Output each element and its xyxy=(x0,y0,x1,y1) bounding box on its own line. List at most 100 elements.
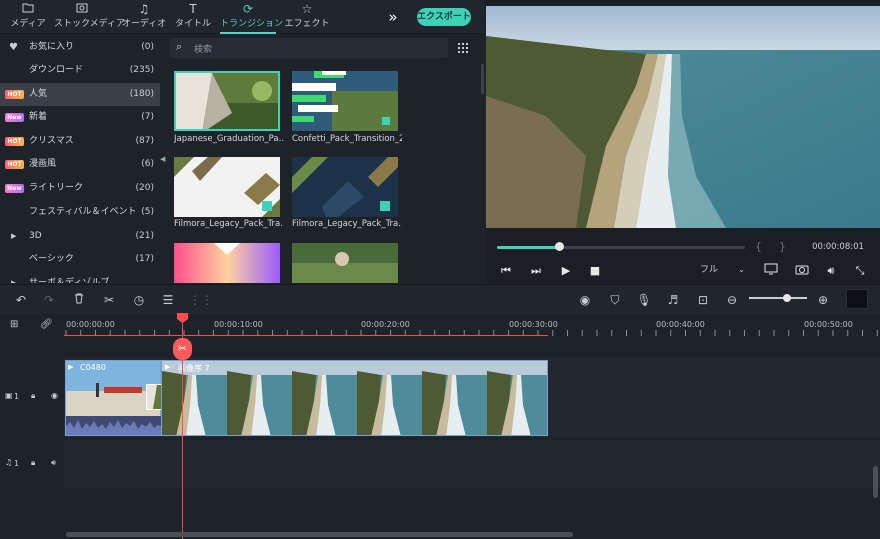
marker-shield-icon[interactable]: ⛉ xyxy=(606,291,624,309)
playback-progress-handle[interactable] xyxy=(555,242,564,251)
empty-track xyxy=(0,490,880,532)
undo-icon[interactable]: ↶ xyxy=(12,291,30,309)
mark-out-bracket[interactable]: } xyxy=(779,240,786,253)
link-icon[interactable]: 🔗︎ xyxy=(40,319,54,331)
stop-icon[interactable]: ■ xyxy=(588,263,602,279)
library-scrollbar[interactable] xyxy=(481,64,484,94)
sidebar-item-favorites[interactable]: ♥ お気に入り (0) xyxy=(0,36,160,59)
transition-thumbnail[interactable] xyxy=(174,71,280,131)
panel-toggle-icon[interactable] xyxy=(846,289,868,309)
sidebar-item-label: ライトリーク xyxy=(29,183,84,193)
transition-thumbnail[interactable] xyxy=(174,243,280,283)
split-scissors-icon[interactable]: ✂ xyxy=(173,338,192,360)
audio-track xyxy=(0,440,880,488)
search-input[interactable]: ⌕ 検索 xyxy=(170,38,448,58)
grid-view-icon[interactable] xyxy=(456,41,470,55)
ruler-label: 00:00:30:00 xyxy=(509,320,558,329)
hot-badge: HOT xyxy=(5,137,24,146)
sidebar-item-label: クリスマス xyxy=(29,136,74,146)
expand-arrow-icon[interactable]: ▶ xyxy=(11,272,16,283)
expand-arrow-icon[interactable]: ▶ xyxy=(11,225,16,248)
sidebar-item-basic[interactable]: ベーシック (17) xyxy=(0,248,160,271)
ruler-label: 00:00:20:00 xyxy=(361,320,410,329)
sidebar-item-popular[interactable]: HOT 人気 (180) xyxy=(0,83,160,106)
play-icon[interactable]: ▶ xyxy=(559,263,573,279)
image-folder-icon xyxy=(54,1,110,17)
step-forward-icon[interactable]: ⏭ xyxy=(529,263,543,279)
double-chevron-right-icon[interactable]: » xyxy=(384,8,402,26)
tab-transition[interactable]: ⟳ トランジション xyxy=(220,0,283,34)
music-note-icon: ♫ xyxy=(138,2,150,16)
speaker-icon[interactable]: 🔊︎ xyxy=(51,458,56,468)
sidebar-item-label: フェスティバル＆イベント xyxy=(29,207,137,217)
top-nav: メディア ストックメディア ♫ オーディオ T タイトル ⟳ トランジション ☆… xyxy=(0,0,484,34)
tab-title-label: タイトル xyxy=(174,19,211,29)
sidebar-item-downloads[interactable]: ダウンロード (235) xyxy=(0,59,160,82)
sidebar-item-3d[interactable]: ▶ 3D (21) xyxy=(0,225,160,248)
transition-thumbnail[interactable] xyxy=(292,157,398,217)
render-icon[interactable]: ◉ xyxy=(576,291,594,309)
quality-dropdown[interactable]: フル ⌄ xyxy=(694,262,748,278)
sidebar-item-label: ダウンロード xyxy=(29,65,84,75)
mark-in-bracket[interactable]: { xyxy=(755,240,762,253)
video-clip[interactable]: ▶ 画像序 7 xyxy=(161,360,548,436)
transition-thumbnail[interactable] xyxy=(174,157,280,217)
tab-effects[interactable]: ☆ エフェクト xyxy=(279,0,335,34)
adjust-sliders-icon[interactable]: ☰ xyxy=(159,291,177,309)
tab-audio[interactable]: ♫ オーディオ xyxy=(116,0,172,34)
timeline-vertical-scrollbar[interactable] xyxy=(873,466,878,498)
speed-clock-icon[interactable]: ◷ xyxy=(130,291,148,309)
sidebar-item-count: (180) xyxy=(129,89,154,99)
transition-thumbnail[interactable] xyxy=(292,71,398,131)
display-monitor-icon[interactable] xyxy=(763,263,779,279)
sidebar-item-new[interactable]: New 新着 (7) xyxy=(0,106,160,129)
tab-effects-label: エフェクト xyxy=(284,19,330,29)
eye-icon[interactable]: ◉ xyxy=(51,391,58,400)
clip-label: C0480 xyxy=(80,363,106,372)
playhead-handle[interactable] xyxy=(177,313,188,323)
sidebar-item-light-leak[interactable]: New ライトリーク (20) xyxy=(0,177,160,200)
sidebar-item-festival[interactable]: フェスティバル＆イベント (5) xyxy=(0,201,160,224)
snapshot-camera-icon[interactable] xyxy=(794,263,810,279)
heart-icon: ♥ xyxy=(9,42,18,53)
volume-icon[interactable]: 🔊︎ xyxy=(823,263,839,279)
sidebar-item-christmas[interactable]: HOT クリスマス (87) xyxy=(0,130,160,153)
redo-icon[interactable]: ↷ xyxy=(40,291,58,309)
transition-thumbnail[interactable] xyxy=(292,243,398,283)
microphone-icon[interactable]: 🎙︎ xyxy=(635,291,653,309)
tab-media[interactable]: メディア xyxy=(0,0,56,34)
title-t-icon: T xyxy=(189,2,197,16)
transition-label: Filmora_Legacy_Pack_Tra... xyxy=(174,219,284,229)
transition-label: Japanese_Graduation_Pa... xyxy=(174,134,284,144)
sidebar-item-servo[interactable]: ▶ サーボ＆ディゾルブ xyxy=(0,272,160,283)
delete-icon[interactable] xyxy=(70,291,88,309)
sidebar-item-count: (21) xyxy=(135,231,154,241)
zoom-slider-track[interactable] xyxy=(749,297,807,299)
sidebar-item-count: (6) xyxy=(141,159,154,169)
zoom-slider-handle[interactable] xyxy=(783,294,791,302)
export-button[interactable]: エクスポート xyxy=(417,8,471,26)
timeline-horizontal-scrollbar[interactable] xyxy=(66,532,573,537)
sidebar-item-manga[interactable]: HOT 漫画風 (6) xyxy=(0,153,160,176)
zoom-out-icon[interactable]: ⊖ xyxy=(723,291,741,309)
zoom-in-icon[interactable]: ⊕ xyxy=(814,291,832,309)
add-track-icon[interactable]: ⊞ xyxy=(10,319,24,331)
lock-icon[interactable]: 🔒︎ xyxy=(31,458,35,468)
fit-timeline-icon[interactable]: ⊡ xyxy=(694,291,712,309)
audio-mixer-icon[interactable]: ♬ xyxy=(664,291,682,309)
audio-wave-icon[interactable]: ⋮⋮ xyxy=(189,291,213,309)
collapse-sidebar-icon[interactable]: ◀ xyxy=(160,150,168,168)
timeline-ruler[interactable] xyxy=(0,315,880,337)
tab-title[interactable]: T タイトル xyxy=(165,0,221,34)
transition-label: Confetti_Pack_Transition_2 xyxy=(292,134,402,144)
tab-stock-media[interactable]: ストックメディア xyxy=(54,0,125,34)
step-back-icon[interactable]: ⏮ xyxy=(499,263,513,279)
sidebar-item-label: ベーシック xyxy=(29,254,74,264)
transition-label: Filmora_Legacy_Pack_Tra... xyxy=(292,219,402,229)
lock-icon[interactable]: 🔒︎ xyxy=(31,391,35,401)
scissors-icon[interactable]: ✂ xyxy=(100,291,118,309)
transition-icon: ⟳ xyxy=(242,2,254,16)
ruler-label: 00:00:50:00 xyxy=(804,320,853,329)
fullscreen-icon[interactable]: ⤡ xyxy=(852,263,868,279)
video-track-icon: ▣ xyxy=(5,391,13,400)
